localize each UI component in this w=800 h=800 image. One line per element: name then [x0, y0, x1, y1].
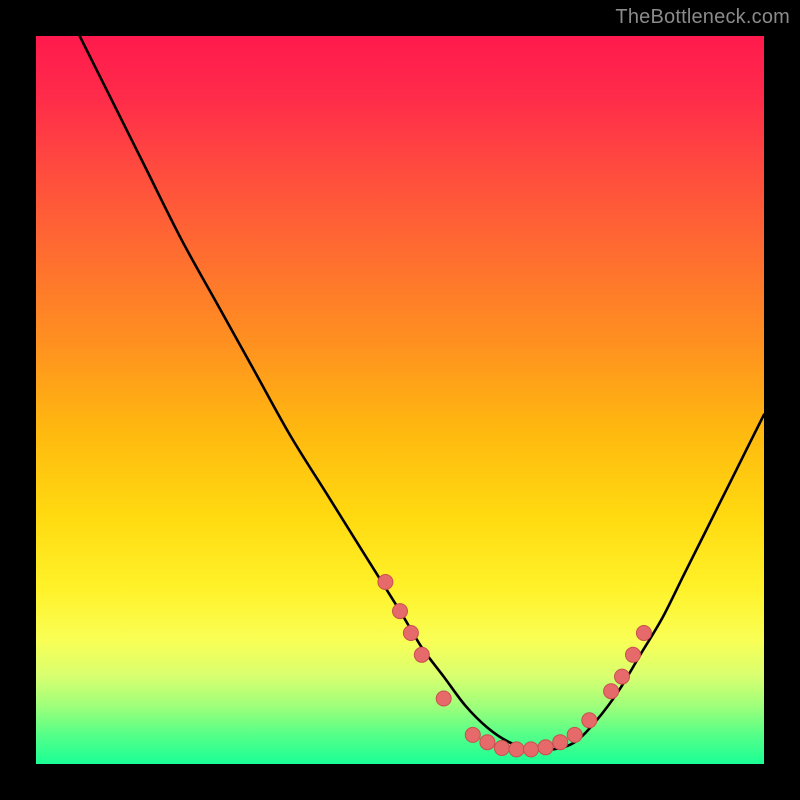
dot: [524, 742, 539, 757]
dot: [393, 604, 408, 619]
dot: [465, 727, 480, 742]
dot: [604, 684, 619, 699]
dot: [378, 575, 393, 590]
chart-svg: [36, 36, 764, 764]
dot: [582, 713, 597, 728]
dot: [494, 741, 509, 756]
dot: [414, 647, 429, 662]
dot: [615, 669, 630, 684]
dot: [553, 735, 568, 750]
chart-frame: TheBottleneck.com: [0, 0, 800, 800]
dot: [403, 626, 418, 641]
plot-area: [36, 36, 764, 764]
watermark-text: TheBottleneck.com: [615, 6, 790, 29]
dot: [538, 740, 553, 755]
dot: [436, 691, 451, 706]
dot: [567, 727, 582, 742]
dot: [509, 742, 524, 757]
highlighted-dots: [378, 575, 652, 757]
dot: [636, 626, 651, 641]
bottleneck-curve: [80, 36, 764, 750]
dot: [480, 735, 495, 750]
dot: [626, 647, 641, 662]
